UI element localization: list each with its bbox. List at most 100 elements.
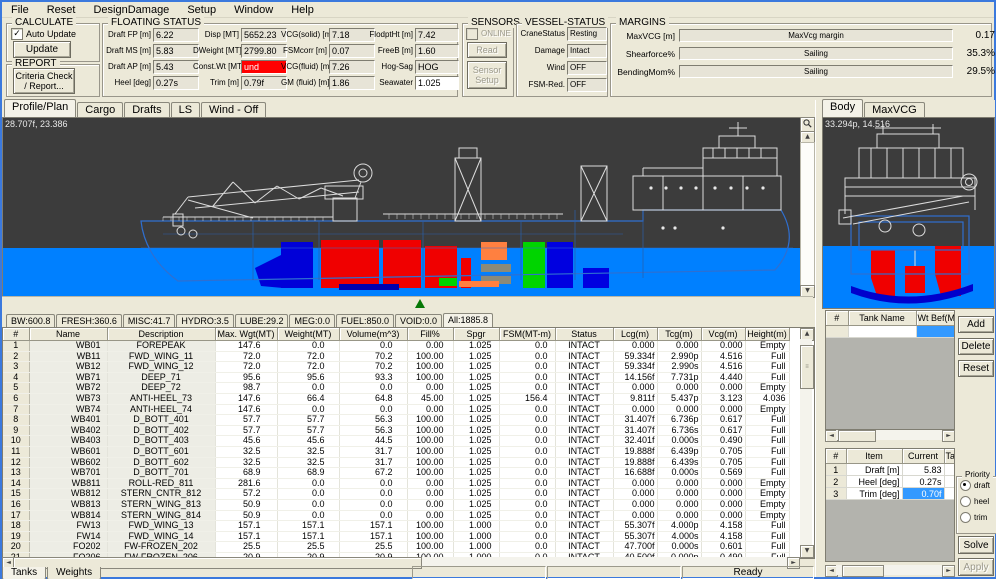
table-cell[interactable]: WB812 (29, 489, 107, 500)
profile-view-canvas[interactable]: 28.707f, 23.386 (2, 117, 801, 298)
table-cell[interactable]: 64.8 (339, 393, 407, 404)
table-cell[interactable]: WB01 (29, 341, 107, 352)
table-row[interactable]: 6WB73ANTI-HEEL_73147.666.464.845.001.025… (3, 393, 789, 404)
table-cell[interactable]: INTACT (555, 351, 613, 362)
table-row[interactable]: 19FW14FWD_WING_14157.1157.1157.1100.001.… (3, 531, 789, 542)
col-header-spgr[interactable]: Spgr (453, 328, 499, 341)
table-cell[interactable]: 55.307f (613, 531, 657, 542)
solve-col-target[interactable]: Ta (944, 449, 954, 464)
tank-tab-hydro[interactable]: HYDRO:3.5 (176, 314, 234, 328)
solve-col-current[interactable]: Current (902, 449, 944, 464)
table-cell[interactable]: 0.000 (613, 510, 657, 521)
table-cell[interactable]: 45.6 (215, 436, 277, 447)
criteria-report-button[interactable]: Criteria Check / Report... (13, 68, 75, 94)
table-cell[interactable]: 0.0 (277, 404, 339, 415)
table-cell[interactable]: 0.00 (407, 510, 453, 521)
table-cell[interactable]: INTACT (555, 468, 613, 479)
solve-cell-num[interactable]: 1 (826, 464, 846, 476)
table-cell[interactable]: 14.156f (613, 372, 657, 383)
table-cell[interactable]: 16.688f (613, 468, 657, 479)
table-cell[interactable]: 59.334f (613, 362, 657, 373)
table-cell[interactable]: 1.025 (453, 489, 499, 500)
table-cell[interactable]: 31.7 (339, 457, 407, 468)
priority-trim-radio[interactable]: trim (960, 512, 987, 523)
table-cell[interactable]: 100.00 (407, 446, 453, 457)
priority-heel-radio[interactable]: heel (960, 496, 989, 507)
tank-tab-void[interactable]: VOID:0.0 (395, 314, 442, 328)
table-cell[interactable]: INTACT (555, 341, 613, 352)
col-header-status[interactable]: Status (555, 328, 613, 341)
table-cell[interactable]: 0.00 (407, 499, 453, 510)
table-cell[interactable]: 32.5 (215, 446, 277, 457)
table-cell[interactable]: 0.000 (657, 499, 701, 510)
table-row[interactable]: 12WB602D_BOTT_60232.532.531.7100.001.025… (3, 457, 789, 468)
delete-button[interactable]: Delete (958, 338, 994, 355)
tab-wind-off[interactable]: Wind - Off (201, 102, 266, 118)
table-cell[interactable]: WB402 (29, 425, 107, 436)
table-cell[interactable]: 1.025 (453, 425, 499, 436)
table-cell[interactable]: 1.025 (453, 351, 499, 362)
table-cell[interactable]: 0.0 (499, 351, 555, 362)
table-cell[interactable]: 9 (3, 425, 29, 436)
table-cell[interactable]: 5 (3, 383, 29, 394)
table-cell[interactable]: ROLL-RED_811 (107, 478, 215, 489)
table-cell[interactable]: 0.000 (657, 383, 701, 394)
table-cell[interactable]: WB814 (29, 510, 107, 521)
bottom-tab-weights[interactable]: Weights (47, 567, 101, 579)
table-cell[interactable]: Full (745, 436, 789, 447)
table-row[interactable]: 10WB403D_BOTT_40345.645.644.5100.001.025… (3, 436, 789, 447)
table-row[interactable]: 5WB72DEEP_7298.70.00.00.001.0250.0INTACT… (3, 383, 789, 394)
table-cell[interactable]: FO202 (29, 542, 107, 553)
table-cell[interactable]: 93.3 (339, 372, 407, 383)
table-cell[interactable]: 2.990s (657, 362, 701, 373)
table-cell[interactable]: 19 (3, 531, 29, 542)
table-cell[interactable]: 95.6 (215, 372, 277, 383)
menu-help[interactable]: Help (282, 4, 323, 16)
table-cell[interactable]: STERN_WING_813 (107, 499, 215, 510)
table-cell[interactable]: 147.6 (215, 393, 277, 404)
table-cell[interactable]: 157.1 (277, 531, 339, 542)
table-cell[interactable]: 4.516 (701, 351, 745, 362)
table-cell[interactable]: Full (745, 521, 789, 532)
body-view-canvas[interactable]: 33.294p, 14.516 (822, 117, 995, 309)
table-cell[interactable]: FWD_WING_14 (107, 531, 215, 542)
table-cell[interactable]: FWD_WING_11 (107, 351, 215, 362)
table-cell[interactable]: 1.025 (453, 372, 499, 383)
table-cell[interactable]: 6.439p (657, 446, 701, 457)
table-cell[interactable]: 56.3 (339, 425, 407, 436)
table-row[interactable]: 15WB812STERN_CNTR_81257.20.00.00.001.025… (3, 489, 789, 500)
table-cell[interactable]: 19.888f (613, 457, 657, 468)
solve-cell-item[interactable]: Draft [m] (846, 464, 902, 476)
target-hscrollbar-thumb[interactable] (838, 430, 876, 442)
col-header-weight[interactable]: Weight(MT) (277, 328, 339, 341)
table-cell[interactable]: 0.0 (499, 341, 555, 352)
table-cell[interactable]: 0.617 (701, 415, 745, 426)
table-cell[interactable]: Empty (745, 383, 789, 394)
table-cell[interactable]: 0.0 (277, 478, 339, 489)
table-cell[interactable]: 0.705 (701, 457, 745, 468)
table-cell[interactable]: 47.700f (613, 542, 657, 553)
table-cell[interactable]: 17 (3, 510, 29, 521)
table-cell[interactable]: 0.0 (499, 446, 555, 457)
table-cell[interactable]: 20 (3, 542, 29, 553)
table-cell[interactable]: 0.0 (499, 499, 555, 510)
table-cell[interactable]: 25.5 (339, 542, 407, 553)
col-header-height[interactable]: Height(m) (745, 328, 789, 341)
table-cell[interactable]: Full (745, 415, 789, 426)
table-cell[interactable]: INTACT (555, 521, 613, 532)
table-cell[interactable]: 0.617 (701, 425, 745, 436)
col-header-name[interactable]: Name (29, 328, 107, 341)
table-cell[interactable]: FW-FROZEN_202 (107, 542, 215, 553)
table-cell[interactable]: 45.6 (277, 436, 339, 447)
reset-button[interactable]: Reset (958, 360, 994, 377)
table-cell[interactable]: 0.0 (277, 489, 339, 500)
table-cell[interactable]: 0.000 (657, 478, 701, 489)
table-cell[interactable]: INTACT (555, 531, 613, 542)
table-cell[interactable]: WB72 (29, 383, 107, 394)
solve-row-draft[interactable]: 1 Draft [m] 5.83 (826, 464, 954, 476)
table-cell[interactable]: 44.5 (339, 436, 407, 447)
table-cell[interactable]: INTACT (555, 425, 613, 436)
table-cell[interactable]: INTACT (555, 372, 613, 383)
table-cell[interactable]: 0.0 (499, 436, 555, 447)
tab-profile-plan[interactable]: Profile/Plan (4, 99, 76, 117)
